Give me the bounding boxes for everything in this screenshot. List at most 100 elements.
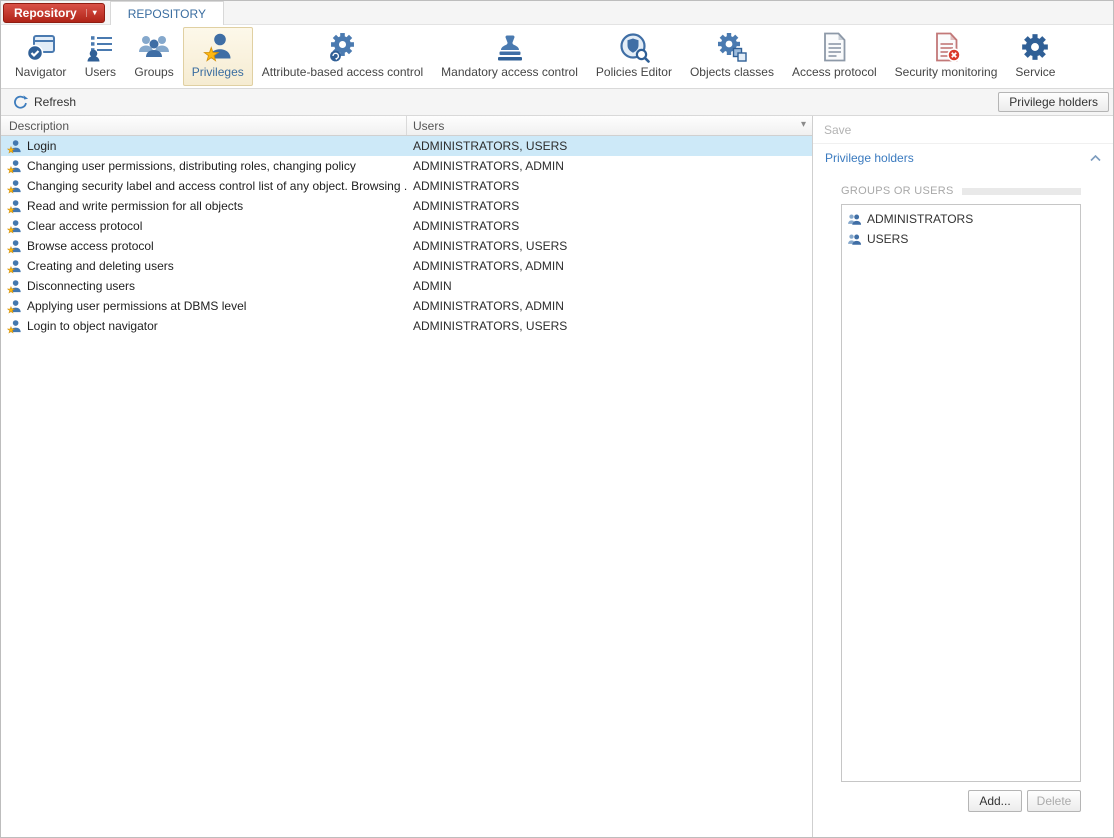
privilege-row[interactable]: Disconnecting users ADMIN bbox=[1, 276, 812, 296]
privilege-star-user-icon bbox=[7, 319, 22, 334]
ribbon-item-privileges[interactable]: Privileges bbox=[183, 27, 253, 86]
privilege-row[interactable]: Clear access protocol ADMINISTRATORS bbox=[1, 216, 812, 236]
add-button[interactable]: Add... bbox=[968, 790, 1022, 812]
privilege-star-user-icon bbox=[7, 159, 22, 174]
group-icon bbox=[847, 232, 862, 247]
privilege-row[interactable]: Browse access protocol ADMINISTRATORS, U… bbox=[1, 236, 812, 256]
privilege-row[interactable]: Login to object navigator ADMINISTRATORS… bbox=[1, 316, 812, 336]
privilege-star-user-icon bbox=[7, 199, 22, 214]
holder-name: ADMINISTRATORS bbox=[867, 212, 973, 226]
privilege-star-user-icon bbox=[7, 279, 22, 294]
ribbon-item-navigator[interactable]: Navigator bbox=[6, 27, 75, 86]
privilege-description: Login bbox=[27, 139, 56, 153]
privilege-holders-panel-button[interactable]: Privilege holders bbox=[998, 92, 1109, 112]
main-area: Description Users ▾ Login ADMINISTRATORS… bbox=[1, 116, 1113, 837]
policies-shield-icon bbox=[618, 31, 650, 63]
repository-menu-label: Repository bbox=[14, 6, 86, 20]
security-monitoring-document-icon bbox=[930, 31, 962, 63]
ribbon-item-objects-classes[interactable]: Objects classes bbox=[681, 27, 783, 86]
ribbon-item-service[interactable]: Service bbox=[1006, 27, 1064, 86]
objects-classes-gear-icon bbox=[716, 31, 748, 63]
privilege-description: Clear access protocol bbox=[27, 219, 142, 233]
tab-repository[interactable]: REPOSITORY bbox=[110, 1, 224, 25]
privilege-row[interactable]: Applying user permissions at DBMS level … bbox=[1, 296, 812, 316]
chevron-up-icon bbox=[1090, 155, 1101, 162]
section-title: Privilege holders bbox=[825, 151, 914, 165]
ribbon-item-groups[interactable]: Groups bbox=[125, 27, 182, 86]
ribbon-item-attribute-based-access-control[interactable]: Attribute-based access control bbox=[253, 27, 432, 86]
panel-body: GROUPS OR USERS ADMINISTRATORS USERS Add… bbox=[813, 172, 1113, 837]
stamp-icon bbox=[494, 31, 526, 63]
ribbon-item-label: Mandatory access control bbox=[441, 65, 578, 79]
privilege-star-user-icon bbox=[7, 299, 22, 314]
privilege-users: ADMINISTRATORS, USERS bbox=[407, 319, 812, 333]
dropdown-arrow-icon: ▾ bbox=[86, 9, 97, 17]
save-button[interactable]: Save bbox=[813, 116, 1113, 144]
ribbon-item-label: Users bbox=[85, 65, 116, 79]
privilege-star-user-icon bbox=[7, 219, 22, 234]
refresh-button[interactable]: Refresh bbox=[5, 92, 84, 113]
tab-strip: Repository ▾ REPOSITORY bbox=[1, 1, 1113, 25]
privilege-star-user-icon bbox=[7, 259, 22, 274]
delete-button[interactable]: Delete bbox=[1027, 790, 1081, 812]
ribbon-item-access-protocol[interactable]: Access protocol bbox=[783, 27, 886, 86]
refresh-icon bbox=[13, 95, 28, 110]
column-header-users[interactable]: Users bbox=[407, 116, 812, 135]
privilege-row[interactable]: Creating and deleting users ADMINISTRATO… bbox=[1, 256, 812, 276]
privilege-description: Login to object navigator bbox=[27, 319, 158, 333]
access-protocol-document-icon bbox=[818, 31, 850, 63]
privilege-description: Creating and deleting users bbox=[27, 259, 174, 273]
grid-rows: Login ADMINISTRATORS, USERS Changing use… bbox=[1, 136, 812, 837]
ribbon-item-policies-editor[interactable]: Policies Editor bbox=[587, 27, 681, 86]
privileges-grid: Description Users ▾ Login ADMINISTRATORS… bbox=[1, 116, 813, 837]
ribbon: Navigator Users Groups bbox=[1, 25, 1113, 89]
privilege-description: Applying user permissions at DBMS level bbox=[27, 299, 246, 313]
chevron-down-icon[interactable]: ▾ bbox=[801, 119, 806, 130]
groups-or-users-label: GROUPS OR USERS bbox=[841, 185, 954, 197]
privilege-description: Read and write permission for all object… bbox=[27, 199, 243, 213]
ribbon-item-users[interactable]: Users bbox=[75, 27, 125, 86]
ribbon-item-label: Privileges bbox=[192, 65, 244, 79]
holder-item[interactable]: ADMINISTRATORS bbox=[843, 209, 1079, 229]
navigator-icon bbox=[25, 31, 57, 63]
ribbon-item-label: Objects classes bbox=[690, 65, 774, 79]
privilege-row[interactable]: Changing security label and access contr… bbox=[1, 176, 812, 196]
privilege-users: ADMINISTRATORS bbox=[407, 179, 812, 193]
ribbon-item-label: Navigator bbox=[15, 65, 66, 79]
grid-header: Description Users ▾ bbox=[1, 116, 812, 136]
ribbon-item-security-monitoring[interactable]: Security monitoring bbox=[886, 27, 1007, 86]
privilege-users: ADMINISTRATORS, ADMIN bbox=[407, 299, 812, 313]
column-header-description[interactable]: Description bbox=[1, 116, 407, 135]
refresh-label: Refresh bbox=[34, 95, 76, 109]
holders-listbox: ADMINISTRATORS USERS bbox=[841, 204, 1081, 782]
privilege-users: ADMINISTRATORS bbox=[407, 199, 812, 213]
service-gear-icon bbox=[1019, 31, 1051, 63]
privilege-users: ADMINISTRATORS, ADMIN bbox=[407, 159, 812, 173]
privilege-holders-section-header[interactable]: Privilege holders bbox=[813, 144, 1113, 172]
action-bar: Refresh Privilege holders bbox=[1, 89, 1113, 116]
privilege-star-user-icon bbox=[7, 139, 22, 154]
privilege-users: ADMIN bbox=[407, 279, 812, 293]
holder-name: USERS bbox=[867, 232, 908, 246]
privilege-description: Disconnecting users bbox=[27, 279, 135, 293]
privilege-description: Changing security label and access contr… bbox=[27, 179, 407, 193]
ribbon-item-mandatory-access-control[interactable]: Mandatory access control bbox=[432, 27, 587, 86]
groups-or-users-header: GROUPS OR USERS bbox=[841, 185, 1081, 197]
privilege-description: Changing user permissions, distributing … bbox=[27, 159, 356, 173]
ribbon-item-label: Access protocol bbox=[792, 65, 877, 79]
privilege-users: ADMINISTRATORS, USERS bbox=[407, 239, 812, 253]
privileges-icon bbox=[202, 31, 234, 63]
group-header-rule bbox=[962, 188, 1081, 195]
users-icon bbox=[84, 31, 116, 63]
application-window: Repository ▾ REPOSITORY Navigator Users bbox=[0, 0, 1114, 838]
privilege-star-user-icon bbox=[7, 239, 22, 254]
privilege-row[interactable]: Changing user permissions, distributing … bbox=[1, 156, 812, 176]
privilege-row[interactable]: Read and write permission for all object… bbox=[1, 196, 812, 216]
holder-item[interactable]: USERS bbox=[843, 229, 1079, 249]
repository-menu-button[interactable]: Repository ▾ bbox=[3, 3, 105, 23]
privilege-star-user-icon bbox=[7, 179, 22, 194]
groups-icon bbox=[138, 31, 170, 63]
privilege-row[interactable]: Login ADMINISTRATORS, USERS bbox=[1, 136, 812, 156]
panel-buttons: Add... Delete bbox=[841, 790, 1081, 812]
ribbon-item-label: Policies Editor bbox=[596, 65, 672, 79]
